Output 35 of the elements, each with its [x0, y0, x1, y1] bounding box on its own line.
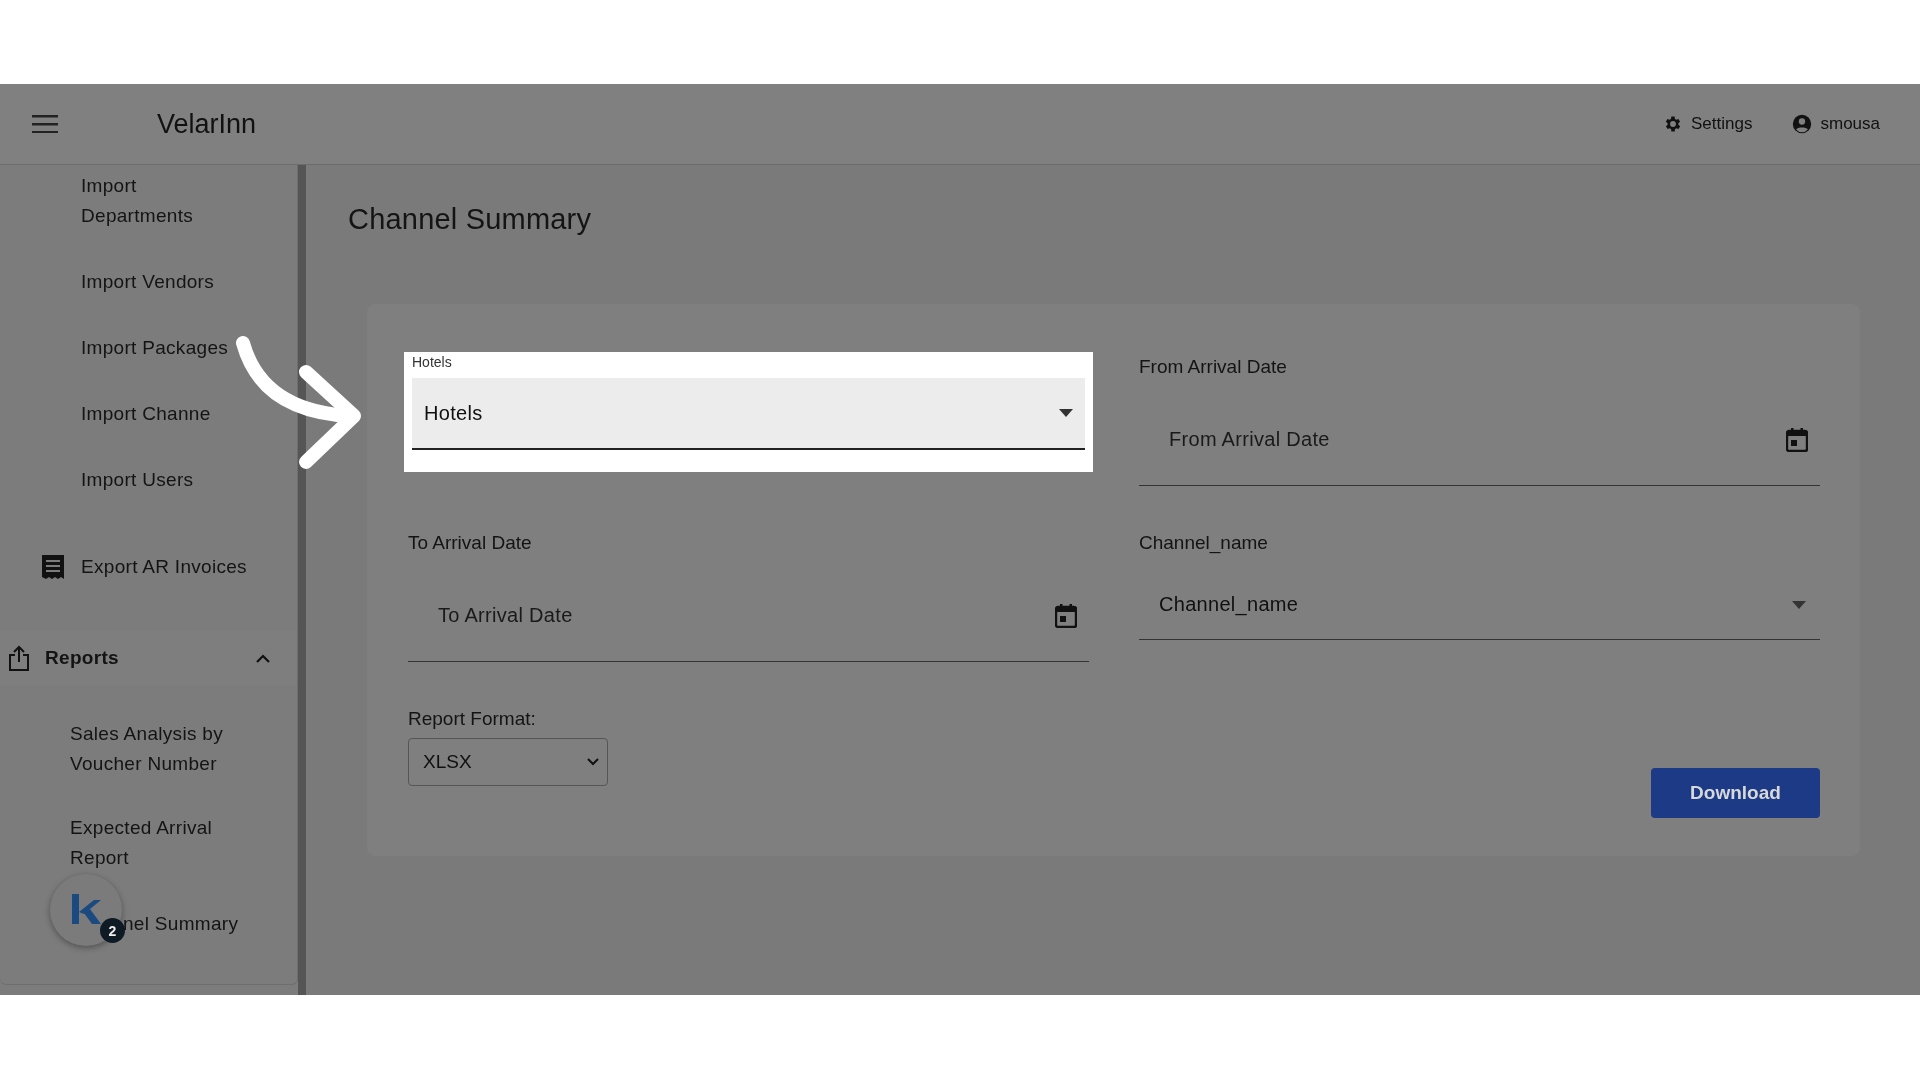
scrollbar[interactable] — [298, 165, 306, 995]
format-select[interactable]: XLSX — [408, 738, 608, 786]
sidebar-item[interactable]: nel Summary — [123, 909, 239, 939]
username[interactable]: smousa — [1820, 114, 1880, 134]
date-field[interactable]: To Arrival Date — [408, 570, 1089, 662]
sidebar-item[interactable]: Import Vendors — [0, 267, 271, 297]
field-label: Hotels — [412, 353, 452, 372]
menu-icon[interactable] — [32, 115, 58, 133]
select-field[interactable]: Hotels — [412, 378, 1085, 450]
field-label: Channel_name — [1139, 532, 1268, 554]
date-field[interactable]: From Arrival Date — [1139, 394, 1820, 486]
sidebar-item[interactable]: Expected Arrival Report — [70, 813, 270, 873]
share-icon — [8, 645, 30, 671]
document-icon — [42, 555, 64, 579]
sidebar-item[interactable]: Import Departments — [0, 171, 271, 231]
settings-link[interactable]: Settings — [1691, 114, 1753, 134]
sidebar-item[interactable]: Export AR Invoices — [81, 556, 247, 578]
sidebar-item[interactable]: Sales Analysis by Voucher Number — [70, 719, 270, 779]
sidebar-item[interactable]: Import Users — [0, 465, 271, 495]
field-label: Report Format: — [408, 708, 536, 730]
field-label: To Arrival Date — [408, 532, 532, 554]
dropdown-icon — [1059, 409, 1073, 417]
page-title: Channel Summary — [348, 203, 593, 236]
sidebar-item[interactable]: Import Packages — [0, 333, 271, 363]
chevron-down-icon — [587, 758, 599, 766]
chevron-up-icon[interactable] — [255, 653, 271, 663]
dropdown-icon — [1792, 600, 1806, 609]
download-button[interactable]: Download — [1651, 768, 1820, 818]
calendar-icon[interactable] — [1786, 427, 1808, 452]
select-field[interactable]: Channel_name — [1139, 570, 1820, 640]
calendar-icon[interactable] — [1055, 603, 1077, 628]
user-icon[interactable] — [1792, 114, 1813, 134]
field-label: From Arrival Date — [1139, 356, 1287, 378]
app-title: VelarInn — [157, 108, 258, 140]
sidebar-item[interactable]: Import Channe — [0, 399, 271, 429]
